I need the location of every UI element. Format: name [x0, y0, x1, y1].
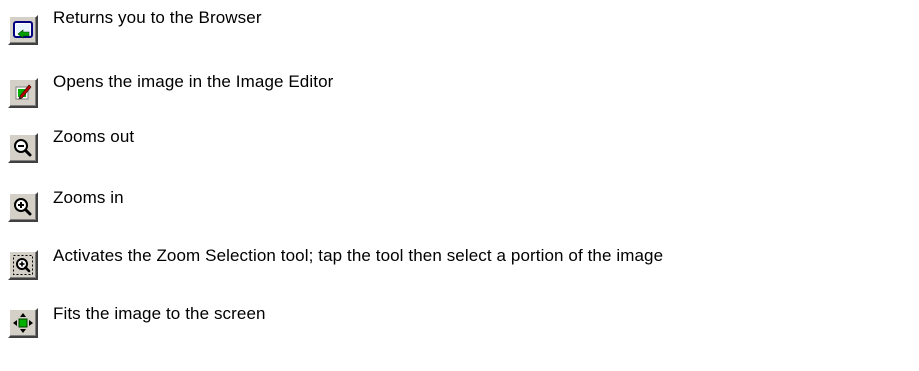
zoom-in-icon: [14, 198, 32, 216]
zoom-selection-icon: [13, 255, 33, 275]
fit-to-screen-description: Fits the image to the screen: [53, 304, 266, 323]
fit-to-screen-icon: [13, 313, 33, 333]
toolbar-item-zoom-out: Zooms out: [8, 127, 913, 173]
browser-return-icon: [13, 21, 33, 39]
browser-return-button[interactable]: [8, 15, 38, 45]
toolbar-item-image-editor: Opens the image in the Image Editor: [8, 70, 913, 116]
image-editor-button[interactable]: [8, 78, 38, 108]
fit-to-screen-button[interactable]: [8, 308, 38, 338]
zoom-in-button[interactable]: [8, 192, 38, 222]
toolbar-item-zoom-in: Zooms in: [8, 186, 913, 232]
image-editor-description: Opens the image in the Image Editor: [53, 72, 334, 91]
zoom-in-description: Zooms in: [53, 188, 124, 207]
zoom-out-icon: [14, 139, 32, 157]
toolbar-item-zoom-selection: Activates the Zoom Selection tool; tap t…: [8, 246, 913, 292]
browser-return-description: Returns you to the Browser: [53, 8, 262, 27]
zoom-out-description: Zooms out: [53, 127, 135, 146]
zoom-out-button[interactable]: [8, 133, 38, 163]
toolbar-item-fit-to-screen: Fits the image to the screen: [8, 304, 913, 350]
zoom-selection-button[interactable]: [8, 250, 38, 280]
zoom-selection-description: Activates the Zoom Selection tool; tap t…: [53, 246, 664, 265]
image-editor-icon: [15, 84, 32, 100]
toolbar-item-browser: Returns you to the Browser: [8, 6, 913, 52]
